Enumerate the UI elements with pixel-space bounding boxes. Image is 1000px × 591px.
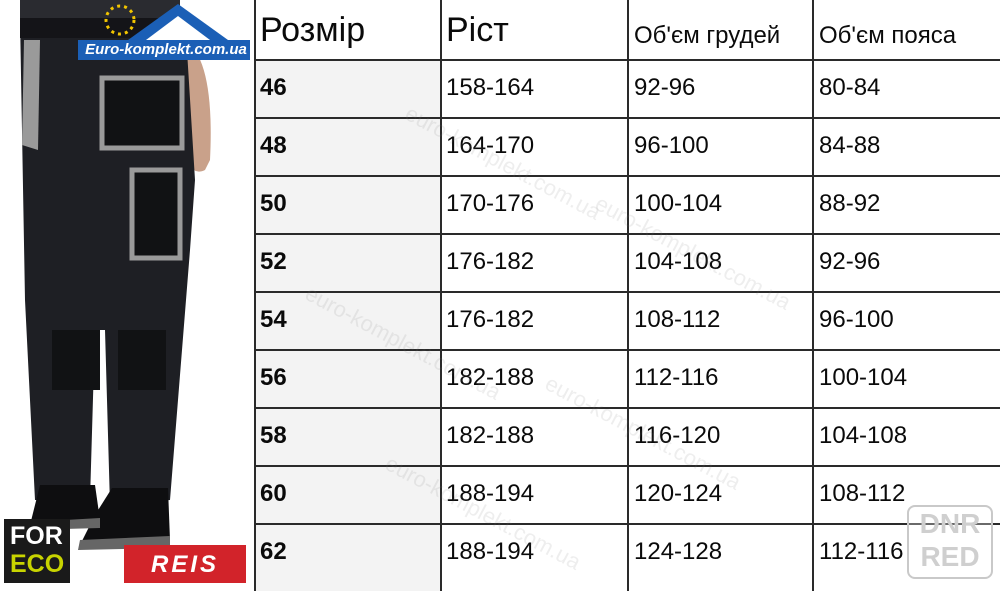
cell-waist: 80-84	[819, 74, 881, 101]
table-divider	[254, 175, 1000, 177]
cell-height: 182-188	[446, 364, 535, 391]
cell-size: 54	[260, 306, 287, 333]
cell-chest: 120-124	[634, 480, 723, 507]
foreco-badge-line2: ECO	[10, 550, 65, 578]
work-trousers-illustration	[20, 0, 211, 550]
cell-size: 46	[260, 74, 287, 101]
logo-text: Euro-komplekt.com.ua	[78, 40, 250, 60]
cell-waist: 92-96	[819, 248, 881, 275]
table-divider	[254, 59, 1000, 61]
cell-size: 50	[260, 190, 287, 217]
size-table: Розмір Ріст Об'єм грудей Об'єм пояса 46 …	[254, 0, 1000, 591]
cell-chest: 116-120	[634, 422, 721, 449]
cell-chest: 104-108	[634, 248, 723, 275]
product-photo: Euro-komplekt.com.ua FOR ECO REIS	[0, 0, 250, 591]
cell-chest: 96-100	[634, 132, 709, 159]
cell-size: 56	[260, 364, 287, 391]
table-divider	[254, 233, 1000, 235]
table-divider	[254, 407, 1000, 409]
cell-size: 60	[260, 480, 287, 507]
table-divider	[254, 117, 1000, 119]
euro-komplekt-logo[interactable]: Euro-komplekt.com.ua	[78, 0, 250, 64]
dnr-red-watermark: DNR RED	[907, 505, 993, 579]
table-divider	[812, 0, 814, 591]
cell-size: 48	[260, 132, 287, 159]
cell-waist: 100-104	[819, 364, 908, 391]
cell-height: 176-182	[446, 306, 535, 333]
cell-size: 62	[260, 538, 287, 565]
cell-waist: 96-100	[819, 306, 894, 333]
foreco-badge: FOR ECO	[4, 519, 70, 583]
cell-waist: 104-108	[819, 422, 908, 449]
table-divider	[254, 465, 1000, 467]
header-chest: Об'єм грудей	[634, 22, 781, 49]
table-divider	[254, 523, 1000, 525]
cell-height: 188-194	[446, 538, 535, 565]
cell-height: 176-182	[446, 248, 535, 275]
cell-chest: 112-116	[634, 364, 719, 391]
reis-logo-text: REIS	[150, 551, 219, 578]
cell-height: 188-194	[446, 480, 535, 507]
table-divider	[254, 349, 1000, 351]
header-waist: Об'єм пояса	[819, 22, 957, 49]
header-size: Розмір	[260, 11, 366, 49]
dnr-line2: RED	[920, 541, 980, 572]
reis-logo: REIS	[124, 545, 246, 583]
table-divider	[627, 0, 629, 591]
roof-logo-icon	[104, 4, 228, 40]
cell-height: 170-176	[446, 190, 535, 217]
cell-waist: 88-92	[819, 190, 881, 217]
cell-size: 52	[260, 248, 287, 275]
cell-size: 58	[260, 422, 287, 449]
table-divider	[440, 0, 442, 591]
cell-chest: 124-128	[634, 538, 723, 565]
table-divider	[254, 0, 256, 591]
cell-chest: 100-104	[634, 190, 723, 217]
table-divider	[254, 291, 1000, 293]
cell-chest: 92-96	[634, 74, 696, 101]
dnr-line1: DNR	[919, 508, 981, 539]
cell-chest: 108-112	[634, 306, 721, 333]
cell-waist: 84-88	[819, 132, 881, 159]
cell-height: 164-170	[446, 132, 535, 159]
header-height: Ріст	[446, 11, 509, 49]
cell-height: 158-164	[446, 74, 535, 101]
foreco-badge-line1: FOR	[10, 522, 63, 550]
cell-height: 182-188	[446, 422, 535, 449]
